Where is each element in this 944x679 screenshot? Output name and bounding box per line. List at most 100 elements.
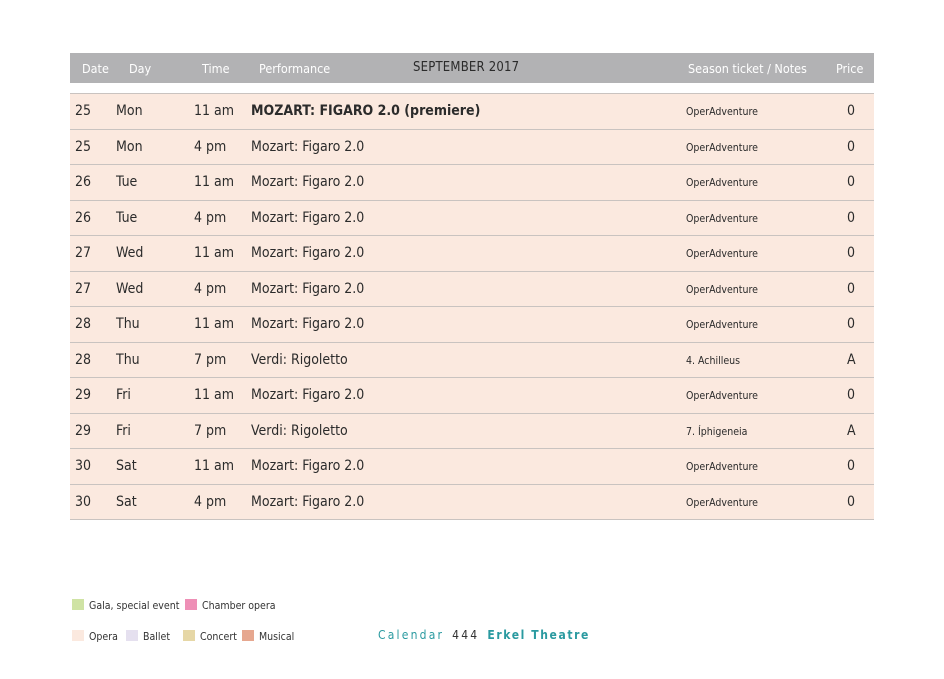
cell-time: 11 am [194,245,235,261]
cell-performance: Mozart: Figaro 2.0 [251,316,365,332]
legend-item-concert: Concert [183,630,237,643]
cell-performance: Mozart: Figaro 2.0 [251,280,365,297]
table-row: 29 Fri 11 am Mozart: Figaro 2.0 OperAdventur… [70,377,874,413]
legend-swatch-opera [72,630,84,641]
table-row: 30 Sat 4 pm Mozart: Figaro 2.0 OperAdventure… [70,483,874,520]
cell-performance: Mozart: Figaro 2.0 [251,174,365,190]
cell-day: Thu [116,351,140,368]
cell-time: 7 pm [194,351,227,368]
table-row: 30 Sat 11 am Mozart: Figaro 2.0 OperAdventur… [70,448,874,484]
cell-price: 0 [847,458,856,474]
cell-notes: OperAdventure [686,461,758,473]
cell-price: A [847,422,856,439]
cell-performance: Mozart: Figaro 2.0 [251,458,365,474]
cell-date: 26 [75,209,92,226]
cell-notes: OperAdventure [686,319,758,331]
legend-swatch-gala [72,599,84,610]
cell-date: 27 [75,245,92,261]
cell-performance: Mozart: Figaro 2.0 [251,245,365,261]
legend-item-musical: Musical [242,630,294,643]
cell-date: 30 [75,458,92,474]
page-number: 444 [452,628,480,642]
cell-date: 30 [75,493,92,510]
cell-date: 25 [75,138,92,155]
table-row: 25 Mon 11 am MOZART: FIGARO 2.0 (premiere) O… [70,93,874,129]
legend-swatch-musical [242,630,254,641]
table-row: 25 Mon 4 pm Mozart: Figaro 2.0 OperAdventure… [70,128,874,164]
cell-day: Fri [116,422,131,439]
cell-price: 0 [847,103,856,119]
cell-day: Sat [116,493,137,510]
cell-notes: OperAdventure [686,212,758,225]
legend-item-ballet: Ballet [126,630,170,643]
cell-day: Mon [116,103,143,119]
cell-notes: OperAdventure [686,390,758,402]
cell-price: 0 [847,245,856,261]
cell-performance: Verdi: Rigoletto [251,351,348,368]
cell-day: Fri [116,387,131,403]
legend-swatch-chamber-opera [185,599,197,610]
month-title: SEPTEMBER 2017 [413,60,520,75]
cell-price: 0 [847,493,856,510]
header-performance: Performance [259,61,331,76]
cell-time: 11 am [194,316,235,332]
cell-time: 4 pm [194,280,227,297]
cell-performance: MOZART: FIGARO 2.0 (premiere) [251,103,481,119]
cell-price: 0 [847,138,856,155]
cell-day: Thu [116,316,140,332]
cell-price: 0 [847,280,856,297]
page-footer: Calendar 444 Erkel Theatre [378,628,590,642]
cell-date: 28 [75,316,92,332]
cell-day: Tue [116,209,138,226]
cell-price: 0 [847,316,856,332]
cell-price: 0 [847,209,856,226]
footer-theatre: Erkel Theatre [487,628,590,642]
cell-time: 11 am [194,103,235,119]
header-date: Date [82,61,109,76]
table-row: 28 Thu 7 pm Verdi: Rigoletto 4. Achilleus A [70,341,874,377]
footer-section: Calendar [378,628,445,642]
cell-date: 28 [75,351,92,368]
cell-date: 29 [75,422,92,439]
cell-date: 29 [75,387,92,403]
cell-notes: OperAdventure [686,283,758,296]
cell-performance: Verdi: Rigoletto [251,422,348,439]
table-row: 26 Tue 4 pm Mozart: Figaro 2.0 OperAdventure… [70,199,874,235]
table-row: 29 Fri 7 pm Verdi: Rigoletto 7. Íphigeneia A [70,412,874,448]
cell-notes: OperAdventure [686,177,758,189]
legend-swatch-concert [183,630,195,641]
cell-day: Wed [116,245,144,261]
cell-notes: OperAdventure [686,496,758,509]
cell-day: Sat [116,458,137,474]
performance-table: 25 Mon 11 am MOZART: FIGARO 2.0 (premiere) O… [70,93,874,520]
cell-time: 4 pm [194,209,227,226]
cell-notes: 7. Íphigeneia [686,425,748,438]
cell-price: 0 [847,387,856,403]
legend-item-gala: Gala, special event [72,599,179,612]
cell-time: 11 am [194,174,235,190]
cell-notes: 4. Achilleus [686,354,741,367]
table-row: 27 Wed 4 pm Mozart: Figaro 2.0 OperAdventure… [70,270,874,306]
legend-item-chamber-opera: Chamber opera [185,599,276,612]
table-header: Date Day Time Performance SEPTEMBER 2017… [70,53,874,83]
cell-price: A [847,351,856,368]
cell-notes: OperAdventure [686,141,758,154]
cell-time: 11 am [194,458,235,474]
cell-time: 11 am [194,387,235,403]
cell-notes: OperAdventure [686,106,758,118]
cell-day: Mon [116,138,143,155]
cell-performance: Mozart: Figaro 2.0 [251,387,365,403]
header-notes: Season ticket / Notes [688,61,807,76]
cell-date: 26 [75,174,92,190]
cell-day: Wed [116,280,144,297]
legend-swatch-ballet [126,630,138,641]
cell-date: 25 [75,103,92,119]
cell-time: 7 pm [194,422,227,439]
table-row: 26 Tue 11 am Mozart: Figaro 2.0 OperAdventur… [70,164,874,200]
cell-day: Tue [116,174,138,190]
table-row: 28 Thu 11 am Mozart: Figaro 2.0 OperAdventur… [70,306,874,342]
cell-performance: Mozart: Figaro 2.0 [251,209,365,226]
cell-notes: OperAdventure [686,248,758,260]
table-row: 27 Wed 11 am Mozart: Figaro 2.0 OperAdventur… [70,235,874,271]
cell-performance: Mozart: Figaro 2.0 [251,493,365,510]
